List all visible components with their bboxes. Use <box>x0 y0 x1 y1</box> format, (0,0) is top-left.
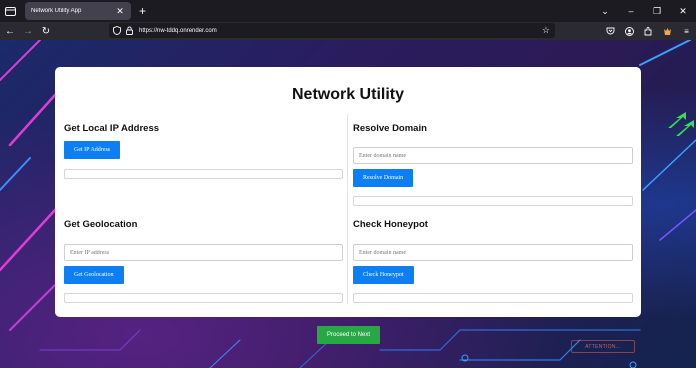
get-ip-button[interactable]: Get IP Address <box>64 141 121 159</box>
honeypot-heading: Check Honeypot <box>353 219 428 230</box>
lock-icon[interactable] <box>126 26 136 35</box>
local-ip-heading: Get Local IP Address <box>64 123 160 134</box>
window-close-icon[interactable]: ✕ <box>670 6 696 17</box>
forward-arrow-icon[interactable]: → <box>20 26 36 37</box>
page-title: Network Utility <box>291 86 404 103</box>
browser-nav-bar: ← → ↻ https://nw-tddq.onrender.com ☆ ≡ <box>0 22 696 40</box>
local-ip-result <box>64 169 343 179</box>
plus-icon[interactable]: + <box>139 5 146 17</box>
back-arrow-icon[interactable]: ← <box>2 26 18 37</box>
reload-icon[interactable]: ↻ <box>38 26 54 37</box>
honeypot-section: Check Honeypot Check Honeypot <box>353 219 633 309</box>
minimize-icon[interactable]: – <box>618 6 644 16</box>
geolocation-heading: Get Geolocation <box>64 219 138 230</box>
resolve-domain-section: Resolve Domain Resolve Domain <box>353 123 633 213</box>
resolve-domain-result <box>353 196 633 206</box>
column-divider <box>347 114 348 304</box>
tab-list-icon[interactable] <box>1 2 19 20</box>
page-viewport: Network Utility Get Local IP Address Get… <box>0 40 696 368</box>
proceed-to-next-button[interactable]: Proceed to Next <box>317 326 380 344</box>
menu-icon[interactable]: ≡ <box>677 27 696 36</box>
extensions-icon[interactable] <box>639 26 658 36</box>
tab-title: Network Utility App <box>31 8 82 14</box>
honeypot-input[interactable] <box>353 244 633 261</box>
honeypot-result <box>353 293 633 303</box>
check-honeypot-button[interactable]: Check Honeypot <box>353 266 414 284</box>
geolocation-section: Get Geolocation Get Geolocation <box>64 219 344 309</box>
chevron-down-icon[interactable]: ⌄ <box>592 6 618 17</box>
account-icon[interactable] <box>620 26 639 36</box>
geolocation-result <box>64 293 343 303</box>
browser-tab[interactable]: Network Utility App ✕ <box>25 2 131 20</box>
resolve-domain-input[interactable] <box>353 147 633 164</box>
network-utility-card: Network Utility Get Local IP Address Get… <box>55 67 641 317</box>
url-text: https://nw-tddq.onrender.com <box>139 27 217 34</box>
browser-tab-bar: Network Utility App ✕ + ⌄ – ❐ ✕ <box>0 0 696 22</box>
local-ip-section: Get Local IP Address Get IP Address <box>64 123 344 183</box>
extension-fox-icon[interactable] <box>658 27 677 36</box>
resolve-domain-heading: Resolve Domain <box>353 123 427 134</box>
url-bar[interactable]: https://nw-tddq.onrender.com ☆ <box>109 23 555 38</box>
restore-icon[interactable]: ❐ <box>644 6 670 17</box>
attention-badge: ATTENTION... <box>571 340 635 353</box>
resolve-domain-button[interactable]: Resolve Domain <box>353 169 414 187</box>
toolbar-right: ≡ <box>601 22 696 40</box>
close-icon[interactable]: ✕ <box>115 6 125 16</box>
geolocation-input[interactable] <box>64 244 343 261</box>
get-geolocation-button[interactable]: Get Geolocation <box>64 266 124 284</box>
window-controls: ⌄ – ❐ ✕ <box>592 0 696 22</box>
star-icon[interactable]: ☆ <box>542 25 550 36</box>
pocket-icon[interactable] <box>601 27 620 35</box>
shield-icon[interactable] <box>113 26 123 35</box>
